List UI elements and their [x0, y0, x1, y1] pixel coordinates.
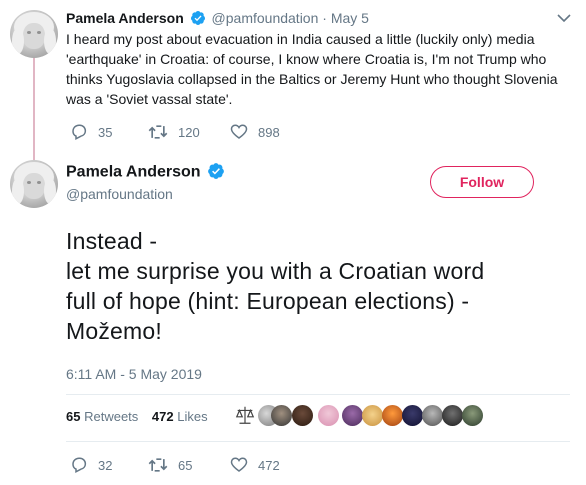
liker-avatar[interactable] — [342, 405, 363, 426]
liker-avatar[interactable] — [292, 405, 313, 426]
retweets-stat-count: 65 — [66, 409, 81, 424]
liker-avatar[interactable] — [422, 405, 443, 426]
tweet-text-line: Instead - — [66, 228, 158, 254]
author-handle[interactable]: @pamfoundation — [212, 10, 319, 26]
tweet-header: Pamela Anderson @pamfoundation · May 5 — [66, 9, 369, 28]
tweet-text-line: was a 'Soviet vassal state'. — [66, 91, 233, 107]
liker-avatar[interactable] — [318, 405, 339, 426]
scales-icon[interactable] — [234, 404, 256, 426]
liker-avatar[interactable] — [271, 405, 292, 426]
tweet-text: I heard my post about evacuation in Indi… — [66, 29, 558, 109]
tweet-timestamp[interactable]: 6:11 AM - 5 May 2019 — [66, 366, 202, 382]
liker-avatar[interactable] — [402, 405, 423, 426]
likes-stat-label: Likes — [177, 409, 208, 424]
divider — [66, 394, 570, 395]
liker-avatar[interactable] — [382, 405, 403, 426]
author-name[interactable]: Pamela Anderson — [66, 10, 184, 26]
retweet-icon — [148, 458, 168, 472]
verified-badge-icon — [190, 11, 205, 26]
tweet-text-line: full of hope (hint: European elections) … — [66, 288, 470, 314]
like-button[interactable]: 898 — [230, 123, 280, 141]
retweet-button[interactable]: 120 — [148, 123, 200, 141]
like-count: 898 — [258, 124, 280, 140]
like-button[interactable]: 472 — [230, 456, 280, 474]
liker-avatar[interactable] — [462, 405, 483, 426]
tweet-text-line: Možemo! — [66, 318, 162, 344]
tweet-text-line: 'earthquake' in Croatia: of course, I kn… — [66, 51, 547, 67]
heart-icon — [230, 124, 248, 139]
tweet-text: Instead - let me surprise you with a Cro… — [66, 226, 484, 346]
retweet-count: 65 — [178, 457, 193, 473]
author-handle[interactable]: @pamfoundation — [66, 186, 173, 202]
tweet-date[interactable]: May 5 — [331, 10, 369, 26]
reply-button[interactable]: 32 — [70, 456, 112, 474]
likes-stat-count: 472 — [151, 409, 174, 424]
chevron-down-icon[interactable] — [556, 13, 572, 23]
tweet-text-line: I heard my post about evacuation in Indi… — [66, 31, 535, 47]
retweet-icon — [148, 125, 168, 139]
retweets-stat-label: Retweets — [84, 409, 139, 424]
tweet-text-line: let me surprise you with a Croatian word — [66, 258, 485, 284]
author-name[interactable]: Pamela Anderson — [66, 164, 201, 181]
reply-count: 35 — [98, 124, 113, 140]
separator-dot: · — [322, 10, 327, 26]
avatar[interactable] — [10, 160, 58, 208]
reply-button[interactable]: 35 — [70, 123, 112, 141]
tweet-header: Pamela Anderson — [66, 162, 225, 183]
liker-avatar[interactable] — [362, 405, 383, 426]
verified-badge-icon — [208, 163, 224, 179]
divider — [66, 441, 570, 442]
reply-icon — [72, 124, 87, 140]
tweet-text-line: thinks Yugoslavia collapsed in the Balti… — [66, 71, 558, 87]
retweet-count: 120 — [178, 124, 200, 140]
avatar[interactable] — [10, 10, 58, 58]
follow-button[interactable]: Follow — [430, 166, 534, 198]
tweet-stats: 65 Retweets 472 Likes — [66, 409, 208, 424]
retweets-stat[interactable]: 65 Retweets — [66, 409, 142, 424]
like-count: 472 — [258, 457, 280, 473]
reply-icon — [72, 457, 87, 473]
reply-count: 32 — [98, 457, 113, 473]
retweet-button[interactable]: 65 — [148, 456, 192, 474]
heart-icon — [230, 457, 248, 472]
thread-connector-line — [33, 54, 35, 160]
likes-stat[interactable]: 472 Likes — [152, 409, 208, 424]
liker-avatar[interactable] — [442, 405, 463, 426]
